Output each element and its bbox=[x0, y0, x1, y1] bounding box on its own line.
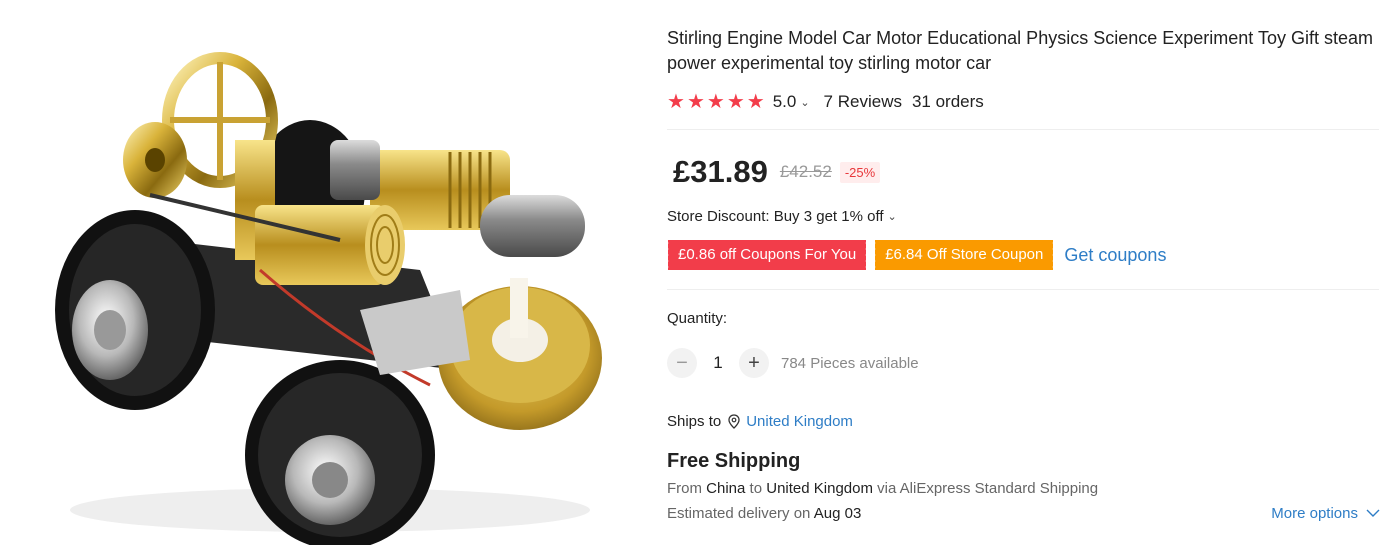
ships-to-label: Ships to bbox=[667, 412, 722, 430]
to-country: United Kingdom bbox=[766, 480, 873, 497]
star-icon: ★ bbox=[726, 91, 745, 113]
delivery-date: Aug 03 bbox=[813, 505, 862, 522]
divider bbox=[667, 289, 1379, 290]
get-coupons-link[interactable]: Get coupons bbox=[1064, 245, 1166, 266]
chevron-down-icon: ⌄ bbox=[887, 211, 897, 223]
from-country: China bbox=[706, 480, 746, 497]
rating-stars: ★ ★ ★ ★ ★ bbox=[667, 92, 765, 112]
ship-country-selector[interactable]: United Kingdom bbox=[746, 413, 853, 430]
product-title: Stirling Engine Model Car Motor Educatio… bbox=[667, 28, 1373, 73]
quantity-label: Quantity: bbox=[667, 310, 728, 327]
product-image[interactable] bbox=[40, 40, 620, 545]
delivery-prefix: Estimated delivery on bbox=[667, 505, 811, 522]
quantity-decrease-button[interactable]: − bbox=[667, 348, 697, 378]
divider bbox=[667, 129, 1379, 130]
orders-count: 31 orders bbox=[911, 92, 984, 111]
stirling-engine-car-image bbox=[55, 52, 602, 545]
original-price: £42.52 bbox=[779, 162, 832, 181]
quantity-stepper: − 1 + 784 Pieces available bbox=[667, 347, 919, 379]
coupons-row: £0.86 off Coupons For You £6.84 Off Stor… bbox=[665, 240, 1166, 270]
current-price: £31.89 bbox=[673, 154, 768, 189]
star-icon: ★ bbox=[686, 91, 705, 113]
from-prefix: From bbox=[667, 480, 702, 497]
ships-to-row: Ships to United Kingdom bbox=[667, 410, 853, 432]
store-coupon[interactable]: £6.84 Off Store Coupon bbox=[873, 240, 1054, 270]
quantity-value[interactable]: 1 bbox=[697, 353, 739, 373]
free-shipping-label: Free Shipping bbox=[667, 450, 801, 472]
estimated-delivery: Estimated delivery on Aug 03 bbox=[667, 505, 861, 522]
discount-badge: -25% bbox=[839, 161, 881, 183]
coupon-for-you[interactable]: £0.86 off Coupons For You bbox=[665, 240, 867, 270]
chevron-down-icon[interactable]: ⌄ bbox=[800, 96, 809, 109]
quantity-increase-button[interactable]: + bbox=[739, 348, 769, 378]
more-options-label: More options bbox=[1271, 505, 1358, 522]
to-word: to bbox=[749, 480, 763, 497]
store-discount-text: Store Discount: Buy 3 get 1% off bbox=[667, 208, 884, 225]
more-options-button[interactable]: More options bbox=[1271, 505, 1380, 522]
star-icon: ★ bbox=[667, 91, 685, 113]
chevron-down-icon bbox=[1366, 509, 1380, 518]
rating-value[interactable]: 5.0 bbox=[773, 92, 797, 112]
shipping-route: From China to United Kingdom via AliExpr… bbox=[667, 480, 1098, 497]
location-pin-icon bbox=[728, 413, 740, 429]
product-info-panel: Stirling Engine Model Car Motor Educatio… bbox=[665, 0, 1382, 545]
star-icon: ★ bbox=[706, 91, 725, 113]
reviews-link[interactable]: 7 Reviews bbox=[824, 92, 902, 112]
star-icon: ★ bbox=[746, 91, 765, 113]
price-row: £31.89 £42.52 -25% bbox=[673, 152, 881, 192]
pieces-available: 784 Pieces available bbox=[781, 354, 919, 372]
rating-row: ★ ★ ★ ★ ★ 5.0 ⌄ 7 Reviews 31 orders bbox=[667, 90, 984, 114]
store-discount[interactable]: Store Discount: Buy 3 get 1% off ⌄ bbox=[667, 208, 911, 225]
shipping-method: via AliExpress Standard Shipping bbox=[877, 480, 1099, 497]
